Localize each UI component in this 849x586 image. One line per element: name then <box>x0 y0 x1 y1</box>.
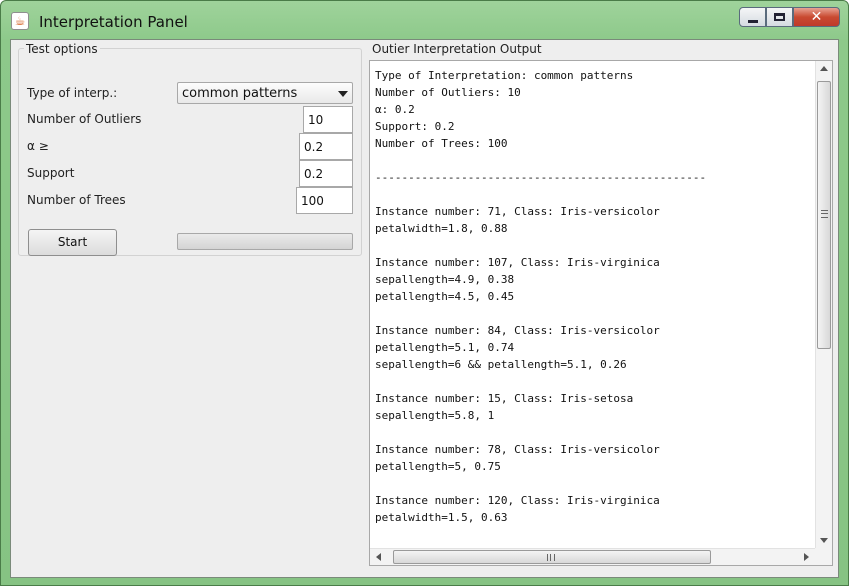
scroll-right-icon[interactable] <box>804 553 809 561</box>
window-controls: ✕ <box>739 7 840 27</box>
minimize-icon <box>747 19 758 23</box>
minimize-button[interactable] <box>739 7 766 27</box>
progress-bar <box>177 233 353 250</box>
output-line: sepallength=6 && petallength=5.1, 0.26 <box>375 358 627 371</box>
output-line: petalwidth=1.5, 0.63 <box>375 511 508 524</box>
output-line: petallength=5, 0.75 <box>375 460 501 473</box>
maximize-icon <box>774 13 785 21</box>
output-line: α: 0.2 <box>375 103 415 116</box>
vertical-scrollbar[interactable] <box>815 61 832 548</box>
support-label: Support <box>27 166 75 180</box>
output-line: Instance number: 84, Class: Iris-versico… <box>375 324 660 337</box>
number-of-trees-label: Number of Trees <box>27 193 126 207</box>
alpha-label: α ≥ <box>27 139 49 153</box>
output-line: Support: 0.2 <box>375 120 455 133</box>
number-of-trees-field[interactable]: 100 <box>296 187 353 214</box>
scroll-left-icon[interactable] <box>376 553 381 561</box>
scroll-down-icon[interactable] <box>820 538 828 543</box>
output-text: Type of Interpretation: common patterns N… <box>375 67 808 526</box>
output-line: sepallength=4.9, 0.38 <box>375 273 515 286</box>
close-button[interactable]: ✕ <box>793 7 840 27</box>
start-button[interactable]: Start <box>28 229 117 256</box>
output-line: petalwidth=1.8, 0.88 <box>375 222 508 235</box>
title-bar[interactable]: ☕ Interpretation Panel ✕ <box>1 1 848 39</box>
output-line: Instance number: 71, Class: Iris-versico… <box>375 205 660 218</box>
content-pane: Test options Type of interp.: common pat… <box>10 39 839 578</box>
chevron-down-icon <box>338 91 348 97</box>
close-icon: ✕ <box>810 9 823 25</box>
output-line: Number of Trees: 100 <box>375 137 508 150</box>
output-line: Type of Interpretation: common patterns <box>375 69 634 82</box>
type-of-interp-dropdown[interactable]: common patterns <box>177 82 353 104</box>
output-text-area[interactable]: Type of Interpretation: common patterns N… <box>369 60 833 566</box>
output-line: petallength=4.5, 0.45 <box>375 290 515 303</box>
output-line: petallength=5.1, 0.74 <box>375 341 515 354</box>
scroll-corner <box>815 548 832 565</box>
test-options-group: Test options Type of interp.: common pat… <box>18 42 362 256</box>
support-field[interactable]: 0.2 <box>299 160 353 187</box>
maximize-button[interactable] <box>766 7 793 27</box>
vertical-scroll-thumb[interactable] <box>817 81 831 349</box>
output-title: Outier Interpretation Output <box>372 42 542 56</box>
number-of-outliers-label: Number of Outliers <box>27 112 142 126</box>
horizontal-scroll-thumb[interactable] <box>393 550 711 564</box>
output-line: sepallength=5.8, 1 <box>375 409 495 422</box>
output-line: Instance number: 107, Class: Iris-virgin… <box>375 256 660 269</box>
window-title: Interpretation Panel <box>39 13 188 31</box>
type-of-interp-value: common patterns <box>182 86 298 101</box>
output-line: Instance number: 15, Class: Iris-setosa <box>375 392 634 405</box>
type-of-interp-label: Type of interp.: <box>27 86 118 100</box>
grip-icon <box>547 554 555 561</box>
scroll-up-icon[interactable] <box>820 66 828 71</box>
java-icon: ☕ <box>11 12 29 30</box>
output-line: Number of Outliers: 10 <box>375 86 521 99</box>
alpha-field[interactable]: 0.2 <box>299 133 353 160</box>
output-line: ----------------------------------------… <box>375 171 707 184</box>
number-of-outliers-field[interactable]: 10 <box>303 106 353 133</box>
horizontal-scrollbar[interactable] <box>370 548 815 565</box>
test-options-legend: Test options <box>24 42 100 56</box>
grip-icon <box>821 210 828 218</box>
interpretation-window: ☕ Interpretation Panel ✕ Test options Ty… <box>0 0 849 586</box>
output-line: Instance number: 120, Class: Iris-virgin… <box>375 494 660 507</box>
output-line: Instance number: 78, Class: Iris-versico… <box>375 443 660 456</box>
